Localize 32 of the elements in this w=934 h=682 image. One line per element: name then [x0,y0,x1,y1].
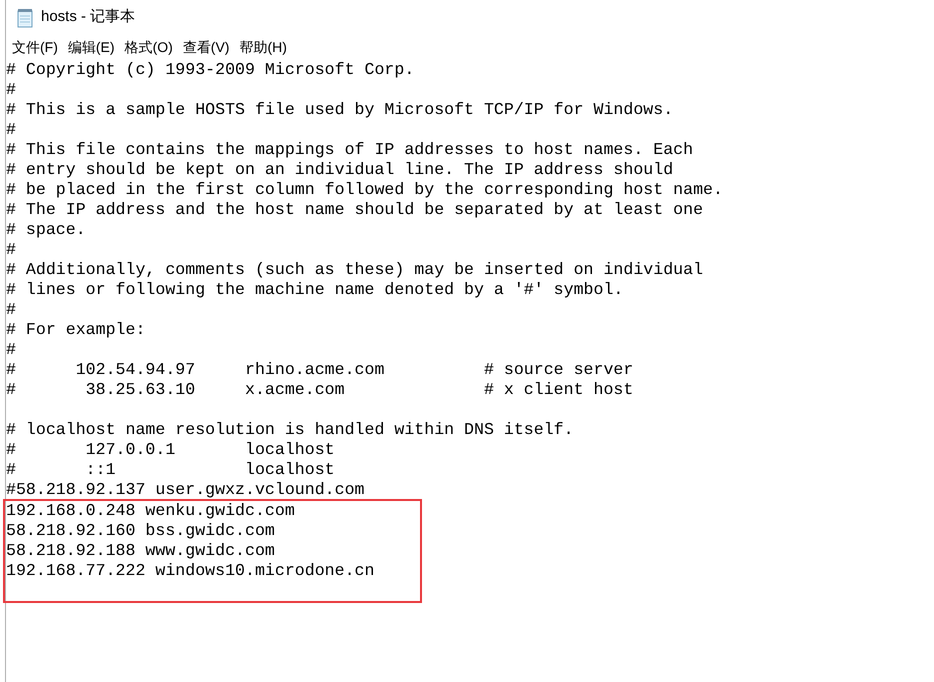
text-line: # [6,340,16,360]
text-line: 192.168.0.248 wenku.gwidc.com [6,501,295,521]
text-line: # The IP address and the host name should be separated by at least one [6,200,704,220]
text-line: # Copyright (c) 1993-2009 Microsoft Corp. [6,60,414,80]
text-line: #58.218.92.137 user.gwxz.vclound.com [6,480,364,500]
text-line: # entry should be kept on an individual line. The IP address should [6,160,674,180]
text-line: # [6,80,16,100]
text-line: 192.168.77.222 windows10.microdone.cn [6,561,374,581]
menu-item[interactable]: 查看(V) [178,36,234,58]
menu-item[interactable]: 格式(O) [120,36,178,58]
notepad-icon [15,8,35,28]
menu-item[interactable]: 帮助(H) [234,36,292,58]
text-line: # ::1 localhost [6,460,335,480]
text-line: # localhost name resolution is handled within DNS itself. [6,420,574,440]
text-line: # This file contains the mappings of IP addresses to host names. Each [6,140,694,160]
text-line: # [6,240,16,260]
text-line: # Additionally, comments (such as these) may be inserted on individual [6,260,704,280]
text-line: # lines or following the machine name denoted by a '#' symbol. [6,280,624,300]
menu-item[interactable]: 文件(F) [7,36,63,58]
text-line: # This is a sample HOSTS file used by Microsoft TCP/IP for Windows. [6,100,674,120]
text-line: # space. [6,220,86,240]
menu-item[interactable]: 编辑(E) [62,36,120,58]
text-line: # [6,300,16,320]
text-line: # For example: [6,320,146,340]
text-line: # [6,120,16,140]
text-line: # 38.25.63.10 x.acme.com # x client host [6,380,634,400]
text-line: 58.218.92.188 www.gwidc.com [6,541,275,561]
window-title: hosts - 记事本 [41,7,136,28]
text-line: # be placed in the first column followed by the corresponding host name. [6,180,723,200]
text-line: # 102.54.94.97 rhino.acme.com # source server [6,360,634,380]
text-line: # 127.0.0.1 localhost [6,440,335,460]
text-line: 58.218.92.160 bss.gwidc.com [6,521,275,541]
